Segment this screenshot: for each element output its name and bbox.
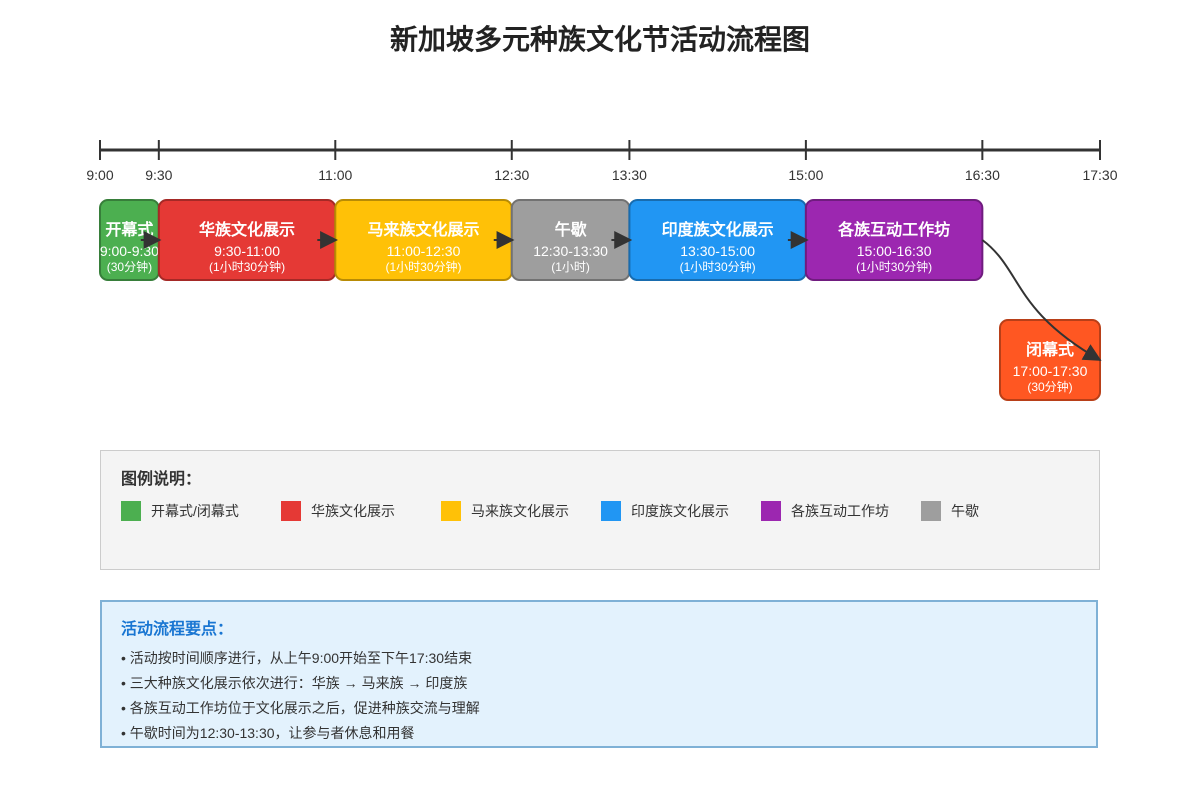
activity-box: 马来族文化展示 11:00-12:30(1小时30分钟)	[334, 199, 513, 281]
timeline-tick-label: 9:00	[86, 167, 113, 183]
activity-box: 华族文化展示 9:30-11:00(1小时30分钟)	[157, 199, 337, 281]
legend-swatch	[121, 501, 141, 521]
timeline-tick-label: 12:30	[494, 167, 529, 183]
activity-time: 12:30-13:30	[533, 243, 608, 259]
timeline-tick-label: 11:00	[318, 167, 352, 183]
note-item-3: • 各族互动工作坊位于文化展示之后，促进种族交流与理解	[121, 700, 480, 716]
legend-label: 印度族文化展示	[631, 503, 729, 519]
timeline-tick-label: 16:30	[965, 167, 1000, 183]
legend-item: 华族文化展示	[281, 501, 395, 521]
activity-name: 华族文化展示	[199, 220, 295, 239]
legend-title: 图例说明：	[121, 471, 202, 488]
activity-duration: (30分钟)	[1027, 379, 1072, 394]
activity-name: 各族互动工作坊	[837, 220, 950, 239]
activity-time: 13:30-15:00	[680, 243, 755, 259]
activity-name: 开幕式	[105, 220, 153, 239]
activity-time: 11:00-12:30	[387, 243, 461, 259]
legend-label: 华族文化展示	[311, 503, 395, 519]
activity-box: 闭幕式 17:00-17:30(30分钟)	[999, 319, 1101, 401]
activity-time: 17:00-17:30	[1013, 363, 1088, 379]
legend-item: 开幕式/闭幕式	[121, 501, 239, 521]
activity-duration: (1小时30分钟)	[386, 259, 462, 274]
legend-item: 印度族文化展示	[601, 501, 729, 521]
legend-item: 午歇	[921, 501, 979, 521]
timeline-tick-label: 9:30	[145, 167, 172, 183]
activity-time: 9:30-11:00	[214, 243, 280, 259]
activity-time: 15:00-16:30	[857, 243, 932, 259]
activity-duration: (1小时30分钟)	[209, 259, 285, 274]
activity-name: 闭幕式	[1026, 340, 1074, 359]
activity-duration: (1小时30分钟)	[680, 259, 756, 274]
legend-swatch	[281, 501, 301, 521]
activity-time: 9:00-9:30	[100, 243, 159, 259]
activity-duration: (1小时30分钟)	[856, 259, 932, 274]
legend-swatch	[761, 501, 781, 521]
notes-title: 活动流程要点：	[121, 621, 234, 638]
activity-duration: (30分钟)	[107, 259, 152, 274]
legend-label: 马来族文化展示	[471, 503, 569, 519]
note-item-1: • 活动按时间顺序进行，从上午9:00开始至下午17:30结束	[121, 650, 473, 666]
legend-panel: 图例说明： 开幕式/闭幕式 华族文化展示 马来族文化展示 印度族文化展示 各族互动工作坊…	[100, 450, 1100, 570]
legend-swatch	[921, 501, 941, 521]
timeline-tick-label: 17:30	[1082, 167, 1117, 183]
note-item-4: • 午歇时间为12:30-13:30，让参与者休息和用餐	[121, 725, 415, 741]
activity-name: 马来族文化展示	[368, 220, 480, 239]
activity-box: 印度族文化展示 13:30-15:00(1小时30分钟)	[628, 199, 807, 281]
notes-list: • 活动按时间顺序进行，从上午9:00开始至下午17:30结束 • 三大种族文化…	[121, 646, 480, 746]
activity-name: 午歇	[555, 220, 587, 239]
legend-label: 开幕式/闭幕式	[151, 503, 239, 519]
legend-item: 马来族文化展示	[441, 501, 569, 521]
legend-swatch	[441, 501, 461, 521]
timeline-tick-label: 15:00	[788, 167, 823, 183]
notes-panel: 活动流程要点： • 活动按时间顺序进行，从上午9:00开始至下午17:30结束 …	[100, 600, 1098, 748]
legend-item: 各族互动工作坊	[761, 501, 889, 521]
timeline-tick-label: 13:30	[612, 167, 647, 183]
activity-name: 印度族文化展示	[662, 220, 774, 239]
legend-swatch	[601, 501, 621, 521]
note-item-2: • 三大种族文化展示依次进行：华族 → 马来族 → 印度族	[121, 675, 468, 691]
activity-box: 各族互动工作坊 15:00-16:30(1小时30分钟)	[804, 199, 984, 281]
flow-diagram: 9:00 9:30 11:00 12:30 13:30 15:00 16:30 17:30 开…	[86, 140, 1118, 401]
legend-label: 各族互动工作坊	[791, 503, 889, 519]
legend-label: 午歇	[951, 503, 979, 519]
activity-duration: (1小时)	[551, 260, 590, 274]
